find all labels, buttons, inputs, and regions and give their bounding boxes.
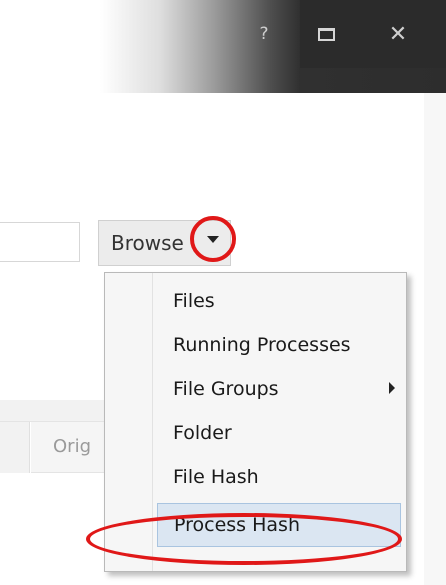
caret-down-icon[interactable] <box>207 236 219 243</box>
menu-item-file-groups[interactable]: File Groups <box>157 367 401 411</box>
maximize-button[interactable] <box>306 14 346 54</box>
submenu-arrow-icon <box>389 382 395 394</box>
menu-item-label: Files <box>173 290 215 312</box>
maximize-icon <box>317 27 335 41</box>
menu-item-process-hash[interactable]: Process Hash <box>157 503 401 547</box>
path-input[interactable] <box>0 222 80 262</box>
browse-button[interactable]: Browse <box>98 220 231 266</box>
menu-item-files[interactable]: Files <box>157 279 401 323</box>
help-button[interactable]: ? <box>244 14 284 54</box>
column-header-label: Orig <box>53 436 91 457</box>
close-button[interactable]: ✕ <box>378 14 418 54</box>
menu-item-running-processes[interactable]: Running Processes <box>157 323 401 367</box>
menu-item-label: File Hash <box>173 466 259 488</box>
browse-label: Browse <box>111 231 184 255</box>
menu-item-label: File Groups <box>173 378 279 400</box>
browse-dropdown-menu: Files Running Processes File Groups Fold… <box>104 272 407 572</box>
close-icon: ✕ <box>388 21 408 47</box>
table-column-header-select[interactable] <box>0 422 30 473</box>
menu-item-label: Folder <box>173 422 232 444</box>
menu-icon-gutter <box>105 273 153 571</box>
menu-item-file-hash[interactable]: File Hash <box>157 455 401 499</box>
content-right-edge <box>424 93 446 585</box>
table-column-header-original[interactable]: Orig <box>31 422 107 473</box>
menu-item-label: Running Processes <box>173 334 351 356</box>
menu-item-folder[interactable]: Folder <box>157 411 401 455</box>
help-icon: ? <box>259 24 269 44</box>
table-header-band <box>0 400 105 422</box>
menu-item-label: Process Hash <box>174 514 300 536</box>
